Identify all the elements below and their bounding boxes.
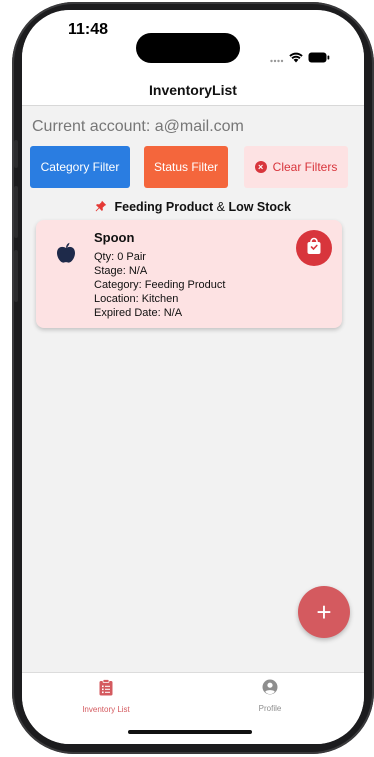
category-filter-button[interactable]: Category Filter	[30, 146, 130, 188]
clear-filters-label: Clear Filters	[272, 160, 338, 174]
battery-icon	[308, 50, 330, 68]
side-button-mute	[14, 140, 18, 168]
apple-icon	[56, 242, 76, 269]
clipboard-list-icon	[99, 679, 113, 701]
active-filter-summary: Feeding Product & Low Stock	[22, 200, 364, 214]
shopping-bag-icon	[305, 237, 323, 260]
user-circle-icon	[262, 679, 278, 700]
item-location: Location: Kitchen	[94, 293, 179, 305]
tab-profile[interactable]: Profile	[210, 679, 330, 713]
item-details: Qty: 0 Pair Stage: N/A Category: Feeding…	[94, 250, 225, 320]
status-time: 11:48	[68, 21, 109, 38]
side-button-volume-up	[14, 186, 18, 238]
navigation-header: 11:48 InventoryList	[22, 10, 364, 106]
screen: 11:48 InventoryList Current account: a@m…	[22, 10, 364, 744]
item-name: Spoon	[94, 230, 135, 245]
pushpin-icon	[95, 200, 110, 214]
tab-label-inventory-list: Inventory List	[82, 705, 130, 714]
item-expired-date: Expired Date: N/A	[94, 307, 183, 319]
wifi-icon	[289, 50, 303, 68]
current-account-label: Current account: a@mail.com	[32, 118, 244, 135]
summary-category: Feeding Product	[114, 200, 214, 214]
clear-filters-button[interactable]: × Clear Filters	[244, 146, 348, 188]
summary-ampersand: &	[216, 200, 225, 214]
dynamic-island	[136, 33, 240, 63]
tab-label-profile: Profile	[258, 704, 282, 713]
side-button-volume-down	[14, 250, 18, 302]
item-stage: Stage: N/A	[94, 265, 148, 277]
item-category: Category: Feeding Product	[94, 279, 226, 291]
add-item-button[interactable]: +	[298, 586, 350, 638]
inventory-item-card[interactable]: Spoon Qty: 0 Pair Stage: N/A Category: F…	[36, 220, 342, 328]
item-qty: Qty: 0 Pair	[94, 251, 146, 263]
status-icons	[270, 50, 330, 68]
close-circle-icon: ×	[254, 161, 267, 173]
page-title: InventoryList	[149, 82, 237, 98]
signal-icon	[270, 50, 284, 68]
tab-inventory-list[interactable]: Inventory List	[46, 679, 166, 714]
status-filter-button[interactable]: Status Filter	[144, 146, 228, 188]
home-indicator	[128, 730, 252, 734]
summary-status: Low Stock	[228, 200, 291, 214]
shopping-bag-button[interactable]	[296, 230, 332, 266]
